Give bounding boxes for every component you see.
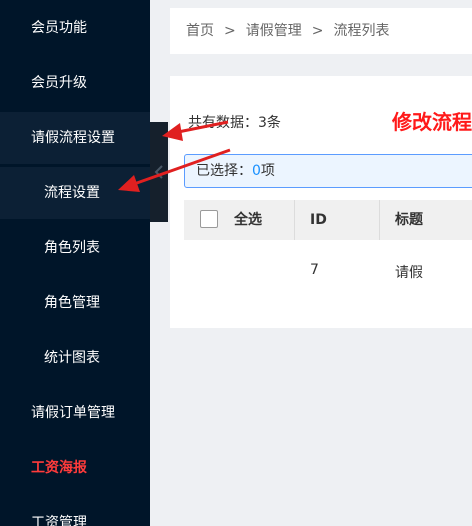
selection-count: 0 bbox=[252, 163, 261, 179]
table-cell-title: 请假 bbox=[395, 265, 423, 281]
sidebar-item-statistics-charts[interactable]: 统计图表 bbox=[0, 332, 150, 384]
sidebar-item-label: 会员功能 bbox=[31, 20, 87, 36]
total-count-label: 共有数据：3条 bbox=[188, 115, 281, 131]
breadcrumb-leave-management[interactable]: 请假管理 bbox=[246, 23, 302, 39]
column-header-select-all[interactable]: 全选 bbox=[234, 200, 262, 240]
main-content: 首页 > 请假管理 > 流程列表 共有数据：3条 修改流程 已选择：0项 全选 ID 标… bbox=[150, 0, 472, 526]
column-header-id: ID bbox=[310, 212, 327, 228]
selection-prefix: 已选择： bbox=[196, 163, 252, 179]
sidebar-item-salary-poster[interactable]: 工资海报 bbox=[0, 442, 150, 494]
annotation-title: 修改流程 bbox=[392, 110, 472, 134]
sidebar-item-role-list[interactable]: 角色列表 bbox=[0, 222, 150, 274]
table-header: 全选 ID 标题 bbox=[184, 200, 472, 240]
column-divider bbox=[294, 200, 295, 240]
sidebar-item-label: 请假订单管理 bbox=[31, 405, 115, 421]
selection-info-bar: 已选择：0项 bbox=[184, 154, 472, 188]
sidebar-item-process-settings[interactable]: 流程设置 bbox=[0, 167, 150, 219]
sidebar-item-member-upgrade[interactable]: 会员升级 bbox=[0, 57, 150, 109]
sidebar-item-role-management[interactable]: 角色管理 bbox=[0, 277, 150, 329]
sidebar-item-label: 统计图表 bbox=[44, 350, 100, 366]
sidebar-item-label: 流程设置 bbox=[44, 185, 100, 201]
sidebar-item-label: 工资管理 bbox=[31, 515, 87, 526]
process-list-panel: 共有数据：3条 修改流程 已选择：0项 全选 ID 标题 7 请假 bbox=[170, 76, 472, 328]
sidebar-item-member-features[interactable]: 会员功能 bbox=[0, 2, 150, 54]
select-all-checkbox[interactable] bbox=[200, 210, 218, 228]
breadcrumb-process-list: 流程列表 bbox=[333, 23, 390, 39]
sidebar-item-leave-process-settings[interactable]: 请假流程设置 bbox=[0, 112, 150, 164]
column-divider bbox=[379, 200, 380, 240]
breadcrumb: 首页 > 请假管理 > 流程列表 bbox=[170, 8, 472, 54]
selection-suffix: 项 bbox=[260, 163, 275, 179]
breadcrumb-home[interactable]: 首页 bbox=[186, 23, 214, 39]
sidebar-item-label: 工资海报 bbox=[31, 460, 87, 476]
sidebar-item-label: 角色列表 bbox=[44, 240, 100, 256]
breadcrumb-separator: > bbox=[311, 23, 324, 39]
sidebar-item-label: 请假流程设置 bbox=[31, 130, 115, 146]
sidebar: 会员功能 会员升级 请假流程设置 流程设置 角色列表 角色管理 统计图表 请假订… bbox=[0, 0, 150, 526]
table-cell-id: 7 bbox=[310, 262, 319, 278]
sidebar-item-leave-orders[interactable]: 请假订单管理 bbox=[0, 387, 150, 439]
column-header-title: 标题 bbox=[395, 212, 423, 228]
breadcrumb-separator: > bbox=[224, 23, 236, 39]
sidebar-item-label: 角色管理 bbox=[44, 295, 100, 311]
sidebar-item-salary-management[interactable]: 工资管理 bbox=[0, 497, 150, 526]
sidebar-item-label: 会员升级 bbox=[31, 75, 87, 91]
